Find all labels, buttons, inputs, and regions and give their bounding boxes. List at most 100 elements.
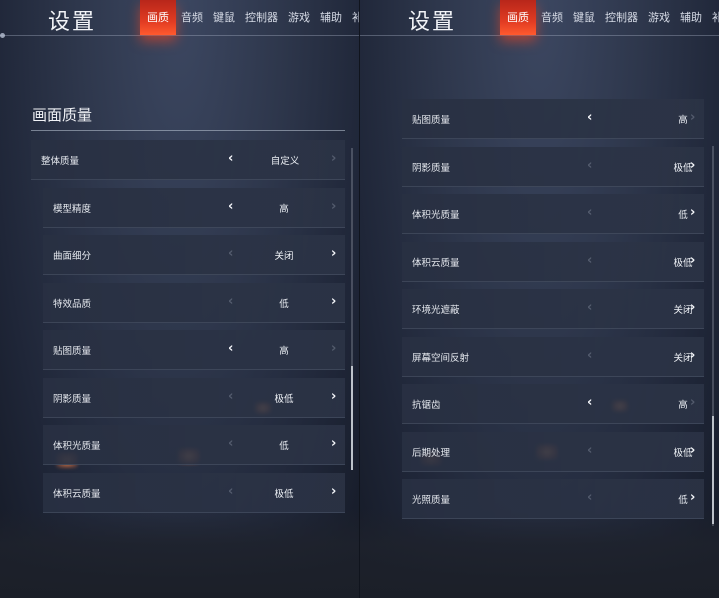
- setting-row[interactable]: 光照质量 ‹ 低 ›: [402, 479, 704, 519]
- chevron-right-icon[interactable]: ›: [690, 109, 695, 127]
- setting-value: 关闭: [673, 352, 693, 364]
- tab-graphics[interactable]: 画质: [140, 0, 176, 35]
- chevron-left-icon[interactable]: ‹: [587, 489, 592, 507]
- setting-row[interactable]: 贴图质量 ‹ 高 ›: [43, 330, 345, 370]
- setting-label: 模型精度: [53, 203, 92, 215]
- setting-label: 阴影质量: [53, 393, 92, 405]
- chevron-left-icon[interactable]: ‹: [587, 299, 592, 317]
- setting-row[interactable]: 体积云质量 ‹ 极低 ›: [43, 472, 345, 513]
- tab-accessibility[interactable]: 辅助: [315, 0, 347, 35]
- chevron-left-icon[interactable]: ‹: [587, 204, 592, 222]
- setting-label: 体积云质量: [412, 257, 460, 269]
- page-title: 设置: [48, 10, 97, 35]
- chevron-right-icon[interactable]: ›: [331, 483, 336, 501]
- chevron-right-icon[interactable]: ›: [331, 435, 336, 453]
- chevron-right-icon[interactable]: ›: [331, 245, 336, 263]
- chevron-right-icon[interactable]: ›: [690, 252, 695, 270]
- setting-label: 抗锯齿: [412, 400, 441, 411]
- tab-bar: 画质 音频 键鼠 控制器 游戏 辅助 补: [140, 0, 359, 35]
- setting-row[interactable]: 屏幕空间反射 ‹ 关闭 ›: [402, 336, 704, 377]
- chevron-right-icon[interactable]: ›: [331, 388, 336, 406]
- setting-value: 低: [678, 210, 688, 221]
- tab-graphics[interactable]: 画质: [500, 0, 536, 35]
- chevron-right-icon[interactable]: ›: [331, 150, 336, 168]
- setting-value: 低: [678, 495, 688, 506]
- chevron-right-icon[interactable]: ›: [690, 299, 695, 317]
- background-floor: [360, 508, 719, 598]
- chevron-left-icon[interactable]: ‹: [587, 252, 592, 270]
- chevron-right-icon[interactable]: ›: [331, 340, 336, 358]
- chevron-left-icon[interactable]: ‹: [228, 435, 233, 453]
- setting-row[interactable]: 特效品质 ‹ 低 ›: [43, 282, 345, 323]
- tab-controller[interactable]: 控制器: [600, 0, 643, 35]
- setting-row[interactable]: 阴影质量 ‹ 极低 ›: [402, 146, 704, 187]
- chevron-right-icon[interactable]: ›: [690, 394, 695, 412]
- setting-label: 体积云质量: [53, 488, 101, 500]
- setting-value: 低: [279, 298, 289, 310]
- chevron-left-icon[interactable]: ‹: [228, 340, 233, 358]
- setting-label: 整体质量: [41, 156, 80, 167]
- scrollbar-thumb[interactable]: [712, 416, 714, 524]
- tab-accessibility[interactable]: 辅助: [675, 0, 707, 35]
- setting-row[interactable]: 贴图质量 ‹ 高 ›: [402, 99, 704, 139]
- setting-label: 体积光质量: [53, 441, 101, 452]
- tab-more[interactable]: 补: [707, 0, 719, 35]
- setting-label: 曲面细分: [53, 251, 92, 262]
- chevron-left-icon[interactable]: ‹: [228, 150, 233, 168]
- chevron-left-icon[interactable]: ‹: [587, 394, 592, 412]
- tab-keyboard-mouse[interactable]: 键鼠: [568, 0, 600, 35]
- setting-value: 高: [678, 400, 688, 411]
- scrollbar-thumb[interactable]: [351, 366, 353, 470]
- chevron-right-icon[interactable]: ›: [690, 489, 695, 507]
- chevron-right-icon[interactable]: ›: [690, 442, 695, 460]
- tab-audio[interactable]: 音频: [176, 0, 208, 35]
- tab-audio[interactable]: 音频: [536, 0, 568, 35]
- chevron-left-icon[interactable]: ‹: [587, 347, 592, 365]
- setting-row[interactable]: 阴影质量 ‹ 极低 ›: [43, 377, 345, 418]
- chevron-right-icon[interactable]: ›: [690, 157, 695, 175]
- setting-row[interactable]: 整体质量 ‹ 自定义 ›: [31, 140, 345, 180]
- setting-label: 贴图质量: [412, 115, 451, 126]
- setting-value: 极低: [673, 447, 693, 459]
- setting-row[interactable]: 后期处理 ‹ 极低 ›: [402, 431, 704, 472]
- chevron-left-icon[interactable]: ‹: [587, 109, 592, 127]
- chevron-left-icon[interactable]: ‹: [228, 388, 233, 406]
- chevron-left-icon[interactable]: ‹: [228, 293, 233, 311]
- setting-value: 极低: [274, 488, 294, 500]
- setting-value: 高: [678, 115, 688, 126]
- chevron-left-icon[interactable]: ‹: [228, 483, 233, 501]
- chevron-right-icon[interactable]: ›: [690, 204, 695, 222]
- setting-row[interactable]: 环境光遮蔽 ‹ 关闭 ›: [402, 289, 704, 329]
- setting-row[interactable]: 抗锯齿 ‹ 高 ›: [402, 384, 704, 424]
- tab-game[interactable]: 游戏: [643, 0, 675, 35]
- chevron-right-icon[interactable]: ›: [331, 198, 336, 216]
- tab-more[interactable]: 补: [347, 0, 359, 35]
- tab-controller[interactable]: 控制器: [240, 0, 283, 35]
- setting-row[interactable]: 体积云质量 ‹ 极低 ›: [402, 241, 704, 282]
- setting-value: 关闭: [274, 251, 294, 262]
- chevron-left-icon[interactable]: ‹: [587, 442, 592, 460]
- setting-row[interactable]: 曲面细分 ‹ 关闭 ›: [43, 235, 345, 275]
- tab-keyboard-mouse[interactable]: 键鼠: [208, 0, 240, 35]
- setting-value: 低: [279, 441, 289, 452]
- section-title: 画面质量: [32, 106, 93, 124]
- scrollbar[interactable]: [712, 146, 714, 526]
- right-settings-panel: 设置 画质 音频 键鼠 控制器 游戏 辅助 补 贴图质量 ‹ 高 › 阴影质量 ‹ 极低 › 体…: [360, 0, 719, 598]
- tab-game[interactable]: 游戏: [283, 0, 315, 35]
- chevron-right-icon[interactable]: ›: [690, 347, 695, 365]
- setting-value: 关闭: [673, 305, 693, 316]
- setting-row[interactable]: 模型精度 ‹ 高 ›: [43, 187, 345, 228]
- header: 设置 画质 音频 键鼠 控制器 游戏 辅助 补: [360, 0, 719, 36]
- section-divider: [31, 130, 345, 131]
- setting-label: 特效品质: [53, 298, 92, 310]
- setting-row[interactable]: 体积光质量 ‹ 低 ›: [43, 425, 345, 465]
- chevron-left-icon[interactable]: ‹: [587, 157, 592, 175]
- setting-value: 高: [279, 346, 289, 357]
- setting-label: 阴影质量: [412, 162, 451, 174]
- chevron-left-icon[interactable]: ‹: [228, 245, 233, 263]
- chevron-right-icon[interactable]: ›: [331, 293, 336, 311]
- setting-row[interactable]: 体积光质量 ‹ 低 ›: [402, 194, 704, 234]
- scrollbar[interactable]: [351, 148, 353, 470]
- setting-value: 极低: [673, 162, 693, 174]
- chevron-left-icon[interactable]: ‹: [228, 198, 233, 216]
